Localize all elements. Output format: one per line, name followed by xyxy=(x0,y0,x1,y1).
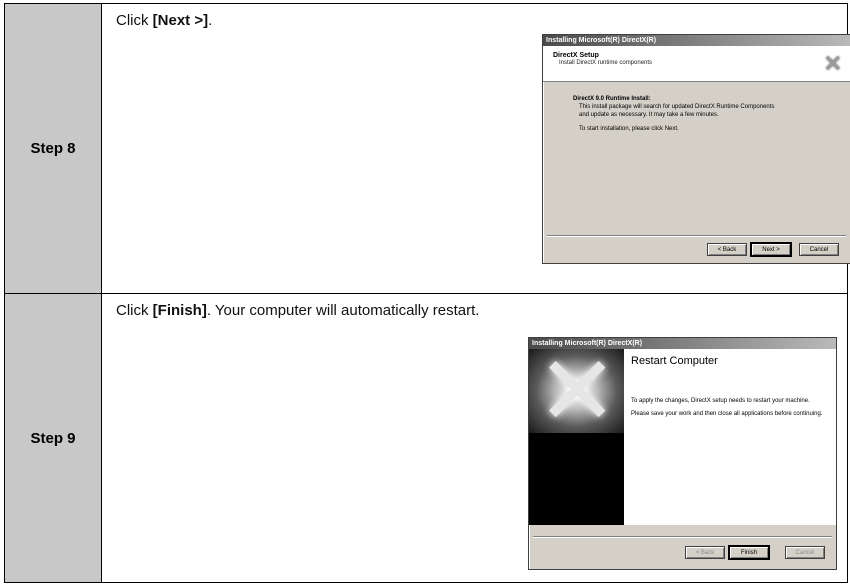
instruction-text-end: . Your computer will automatically resta… xyxy=(206,302,480,319)
instruction-button-ref: [Next >] xyxy=(152,12,209,29)
step-content: Click [Finish]. Your computer will autom… xyxy=(102,294,847,582)
dialog-body: DirectX 9.0 Runtime Install: This instal… xyxy=(573,95,843,133)
dialog-titlebar: Installing Microsoft(R) DirectX(R) xyxy=(529,338,836,349)
step-row: Step 9 Click [Finish]. Your computer wil… xyxy=(5,294,847,582)
dialog-heading: Restart Computer xyxy=(631,355,718,367)
dialog-header: DirectX Setup Install DirectX runtime co… xyxy=(543,46,850,82)
body-line: To start installation, please click Next… xyxy=(579,126,679,132)
dialog-separator xyxy=(533,536,832,538)
step-instruction: Click [Finish]. Your computer will autom… xyxy=(116,302,479,319)
back-button[interactable]: < Back xyxy=(707,243,747,256)
body-paragraph: To apply the changes, DirectX setup need… xyxy=(631,398,810,404)
instruction-text: Click xyxy=(116,302,153,319)
instruction-text-end: . xyxy=(208,12,213,29)
cancel-button[interactable]: Cancel xyxy=(785,546,825,559)
instruction-button-ref: [Finish] xyxy=(152,302,207,319)
step-label: Step 8 xyxy=(5,4,102,293)
step-content: Click [Next >]. Installing Microsoft(R) … xyxy=(102,4,850,293)
step-label: Step 9 xyxy=(5,294,102,582)
directx-setup-dialog: Installing Microsoft(R) DirectX(R) Direc… xyxy=(542,34,850,264)
dialog-titlebar: Installing Microsoft(R) DirectX(R) xyxy=(543,35,850,46)
body-line: This install package will search for upd… xyxy=(579,104,775,110)
step-row: Step 8 Click [Next >]. Installing Micros… xyxy=(5,4,850,294)
back-button[interactable]: < Back xyxy=(685,546,725,559)
directx-x-icon: ✕ xyxy=(537,349,618,447)
finish-button[interactable]: Finish xyxy=(728,545,770,560)
steps-table: Step 8 Click [Next >]. Installing Micros… xyxy=(4,3,850,583)
dialog-header-title: DirectX Setup xyxy=(553,52,599,59)
dialog-body: To apply the changes, DirectX setup need… xyxy=(631,397,831,423)
step-instruction: Click [Next >]. xyxy=(116,12,212,29)
directx-restart-dialog: Installing Microsoft(R) DirectX(R) ✕ Res… xyxy=(528,337,837,570)
cancel-button[interactable]: Cancel xyxy=(799,243,839,256)
next-button[interactable]: Next > xyxy=(750,242,792,257)
dialog-content-panel: Restart Computer To apply the changes, D… xyxy=(624,349,836,525)
directx-banner-image: ✕ xyxy=(529,349,624,525)
body-line: and update as necessary. It may take a f… xyxy=(579,112,719,118)
dialog-header-subtitle: Install DirectX runtime components xyxy=(559,60,653,66)
body-heading: DirectX 9.0 Runtime Install: xyxy=(573,96,651,102)
directx-logo-icon: ✕ xyxy=(823,51,842,76)
dialog-separator xyxy=(547,235,846,237)
instruction-text: Click xyxy=(116,12,153,29)
body-paragraph: Please save your work and then close all… xyxy=(631,411,823,417)
